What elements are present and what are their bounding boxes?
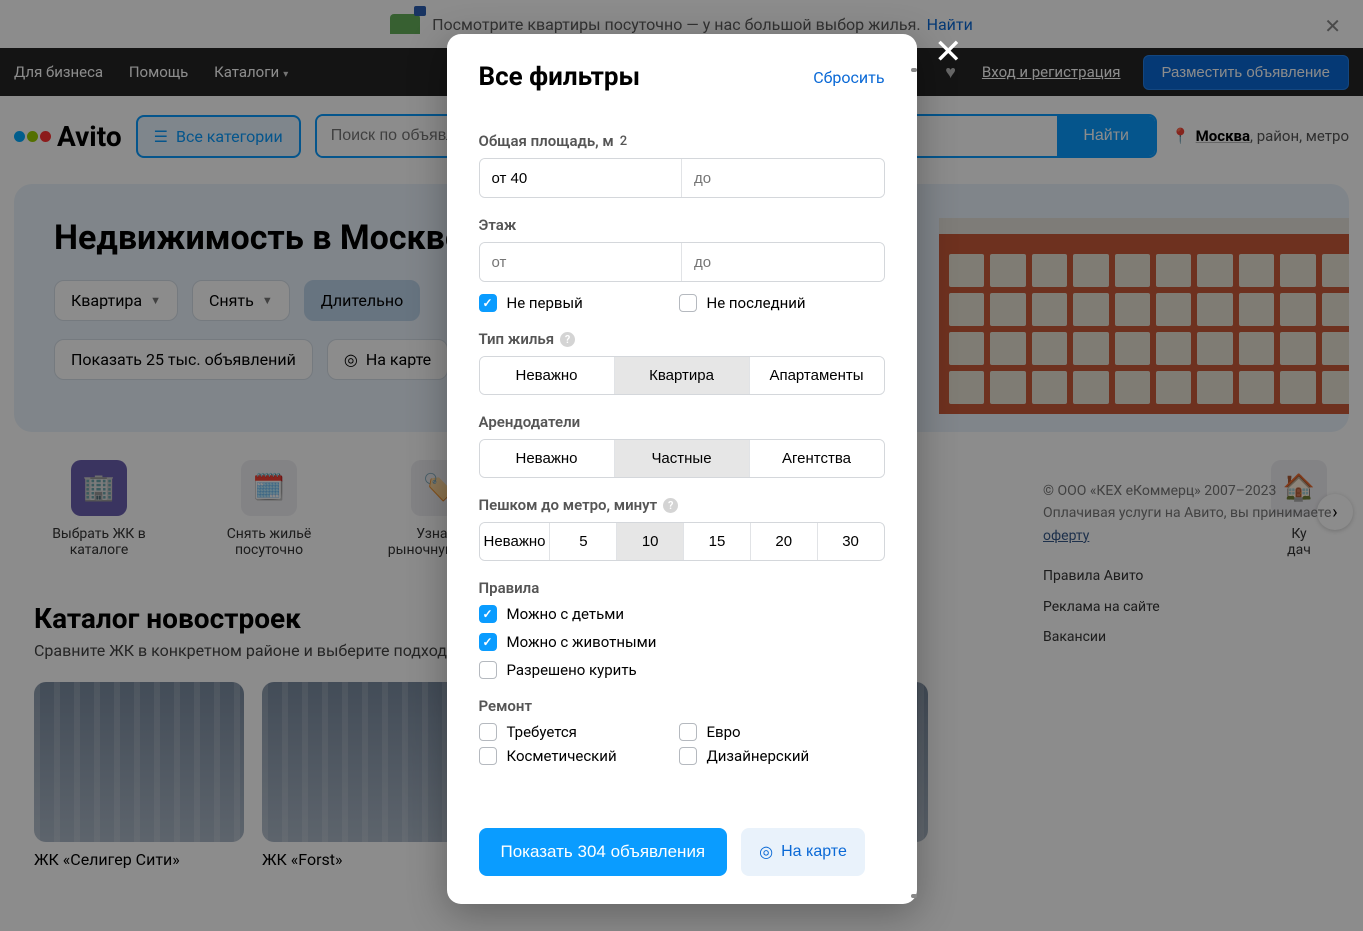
- modal-header: Все фильтры Сбросить: [447, 34, 917, 110]
- checkbox-icon: [679, 294, 697, 312]
- checkbox-pets[interactable]: Можно с животными: [479, 633, 885, 651]
- metro-any-button[interactable]: Неважно: [480, 523, 551, 560]
- type-apartments-button[interactable]: Апартаменты: [750, 357, 884, 394]
- checkbox-icon: [479, 294, 497, 312]
- checkbox-icon: [479, 661, 497, 679]
- floor-label: Этаж: [479, 216, 885, 234]
- checkbox-renov-euro[interactable]: Евро: [679, 723, 839, 741]
- show-on-map-button[interactable]: ◎ На карте: [741, 828, 865, 876]
- metro-20-button[interactable]: 20: [751, 523, 818, 560]
- floor-to-input[interactable]: [682, 243, 884, 281]
- checkbox-icon: [679, 747, 697, 765]
- show-results-button[interactable]: Показать 304 объявления: [479, 828, 728, 876]
- area-to-input[interactable]: [682, 159, 884, 197]
- scrollbar-indicator: [911, 68, 917, 72]
- metro-15-button[interactable]: 15: [684, 523, 751, 560]
- filters-modal: ✕ Все фильтры Сбросить Общая площадь, м2…: [447, 34, 917, 904]
- checkbox-icon: [479, 633, 497, 651]
- area-from-input[interactable]: [480, 159, 682, 197]
- area-range: [479, 158, 885, 198]
- metro-segment: Неважно 5 10 15 20 30: [479, 522, 885, 561]
- target-icon: ◎: [759, 842, 773, 862]
- type-flat-button[interactable]: Квартира: [615, 357, 750, 394]
- landlord-label: Арендодатели: [479, 413, 885, 431]
- reset-filters-link[interactable]: Сбросить: [813, 68, 884, 87]
- modal-footer: Показать 304 объявления ◎ На карте: [447, 807, 917, 904]
- modal-close-button[interactable]: ✕: [934, 32, 963, 72]
- metro-30-button[interactable]: 30: [818, 523, 884, 560]
- floor-range: [479, 242, 885, 282]
- checkbox-renov-design[interactable]: Дизайнерский: [679, 747, 839, 765]
- scrollbar-indicator: [911, 894, 917, 898]
- landlord-private-button[interactable]: Частные: [615, 440, 750, 477]
- housing-type-segment: Неважно Квартира Апартаменты: [479, 356, 885, 395]
- housing-type-label: Тип жилья?: [479, 330, 885, 348]
- help-icon[interactable]: ?: [663, 498, 678, 513]
- checkbox-not-first[interactable]: Не первый: [479, 294, 639, 312]
- modal-body[interactable]: Общая площадь, м2 Этаж Не первый Не посл…: [447, 110, 917, 807]
- renovation-label: Ремонт: [479, 697, 885, 715]
- help-icon[interactable]: ?: [560, 332, 575, 347]
- metro-10-button[interactable]: 10: [617, 523, 684, 560]
- area-label: Общая площадь, м2: [479, 132, 885, 150]
- modal-title: Все фильтры: [479, 62, 641, 92]
- floor-from-input[interactable]: [480, 243, 682, 281]
- checkbox-icon: [479, 605, 497, 623]
- checkbox-kids[interactable]: Можно с детьми: [479, 605, 885, 623]
- checkbox-icon: [479, 747, 497, 765]
- checkbox-icon: [679, 723, 697, 741]
- metro-5-button[interactable]: 5: [550, 523, 617, 560]
- checkbox-not-last[interactable]: Не последний: [679, 294, 839, 312]
- landlord-any-button[interactable]: Неважно: [480, 440, 615, 477]
- rules-label: Правила: [479, 579, 885, 597]
- landlord-segment: Неважно Частные Агентства: [479, 439, 885, 478]
- metro-label: Пешком до метро, минут?: [479, 496, 885, 514]
- checkbox-renov-required[interactable]: Требуется: [479, 723, 639, 741]
- landlord-agency-button[interactable]: Агентства: [750, 440, 884, 477]
- checkbox-renov-cosmetic[interactable]: Косметический: [479, 747, 639, 765]
- checkbox-smoke[interactable]: Разрешено курить: [479, 661, 885, 679]
- type-any-button[interactable]: Неважно: [480, 357, 615, 394]
- checkbox-icon: [479, 723, 497, 741]
